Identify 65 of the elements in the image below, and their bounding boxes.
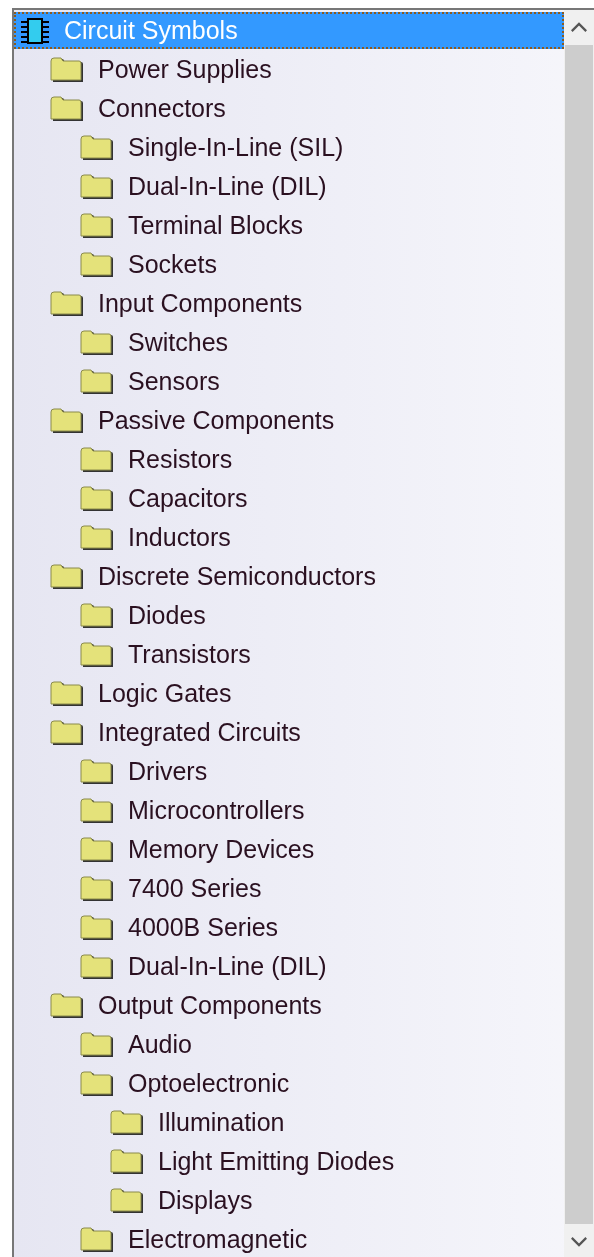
folder-icon	[80, 602, 114, 629]
tree-item[interactable]: Illumination	[110, 1104, 293, 1141]
tree-item[interactable]: Input Components	[50, 285, 311, 322]
tree-item[interactable]: Audio	[80, 1026, 200, 1063]
folder-icon	[80, 446, 114, 473]
tree-item[interactable]: Memory Devices	[80, 831, 323, 868]
folder-icon	[80, 524, 114, 551]
tree-item[interactable]: Inductors	[80, 519, 239, 556]
folder-icon	[80, 797, 114, 824]
folder-icon	[80, 485, 114, 512]
tree-item[interactable]: Switches	[80, 324, 237, 361]
folder-icon	[80, 368, 114, 395]
folder-icon	[80, 641, 114, 668]
folder-icon	[50, 407, 84, 434]
tree-item[interactable]: Discrete Semiconductors	[50, 558, 384, 595]
chip-icon	[20, 16, 50, 45]
folder-icon	[50, 680, 84, 707]
tree-item[interactable]: 7400 Series	[80, 870, 270, 907]
tree-item[interactable]: Light Emitting Diodes	[110, 1143, 403, 1180]
folder-icon	[80, 875, 114, 902]
folder-icon	[110, 1148, 144, 1175]
tree-item[interactable]: Logic Gates	[50, 675, 240, 712]
scroll-up-icon[interactable]	[570, 22, 588, 33]
tree-item[interactable]: Diodes	[80, 597, 214, 634]
folder-icon	[110, 1109, 144, 1136]
tree-item[interactable]: Passive Components	[50, 402, 343, 439]
tree-item[interactable]: Connectors	[50, 90, 234, 127]
tree-item[interactable]: Sockets	[80, 246, 225, 283]
folder-icon	[80, 212, 114, 239]
folder-icon	[80, 173, 114, 200]
folder-icon	[110, 1187, 144, 1214]
folder-icon	[80, 1226, 114, 1253]
tree-item[interactable]: Displays	[110, 1182, 261, 1219]
folder-icon	[50, 290, 84, 317]
tree-item[interactable]: Dual-In-Line (DIL)	[80, 168, 335, 205]
folder-icon	[80, 134, 114, 161]
tree-item[interactable]: Integrated Circuits	[50, 714, 309, 751]
folder-icon	[50, 563, 84, 590]
tree-item[interactable]: Resistors	[80, 441, 241, 478]
folder-icon	[80, 1070, 114, 1097]
tree-item[interactable]: Single-In-Line (SIL)	[80, 129, 352, 166]
tree-item[interactable]: 4000B Series	[80, 909, 287, 946]
tree-item[interactable]: Optoelectronic	[80, 1065, 298, 1102]
tree-item[interactable]: Power Supplies	[50, 51, 280, 88]
folder-icon	[50, 992, 84, 1019]
scroll-down-icon[interactable]	[570, 1236, 588, 1247]
folder-icon	[80, 329, 114, 356]
tree-item[interactable]: Dual-In-Line (DIL)	[80, 948, 335, 985]
tree-item[interactable]: Drivers	[80, 753, 216, 790]
folder-icon	[80, 953, 114, 980]
folder-icon	[80, 836, 114, 863]
folder-icon	[80, 914, 114, 941]
folder-icon	[50, 95, 84, 122]
folder-icon	[50, 56, 84, 83]
tree-item[interactable]: Terminal Blocks	[80, 207, 312, 244]
tree-item[interactable]: Capacitors	[80, 480, 256, 517]
tree-item[interactable]: Transistors	[80, 636, 259, 673]
tree-item[interactable]: Output Components	[50, 987, 330, 1024]
folder-icon	[80, 251, 114, 278]
folder-icon	[80, 1031, 114, 1058]
tree-item[interactable]: Microcontrollers	[80, 792, 313, 829]
tree-item[interactable]: Sensors	[80, 363, 228, 400]
tree-item[interactable]: Electromagnetic	[80, 1221, 316, 1257]
folder-icon	[50, 719, 84, 746]
folder-icon	[80, 758, 114, 785]
